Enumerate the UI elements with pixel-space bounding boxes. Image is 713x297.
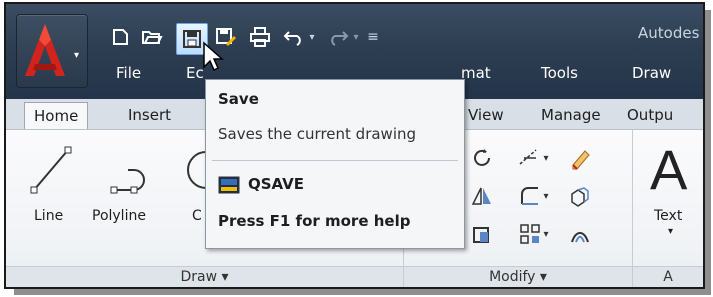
circle-label: C — [192, 208, 202, 224]
menu-tools[interactable]: Tools — [541, 64, 578, 82]
autocad-a-icon — [25, 24, 65, 76]
tooltip-command: QSAVE — [248, 175, 305, 193]
offset-icon[interactable] — [566, 220, 594, 248]
redo-icon[interactable] — [326, 26, 350, 48]
annotation-panel-title[interactable]: A — [633, 266, 703, 287]
tooltip-description: Saves the current drawing — [218, 125, 417, 143]
undo-dropdown-icon[interactable]: ▾ — [306, 26, 318, 48]
tooltip-title: Save — [218, 90, 259, 108]
text-tool[interactable]: A Text ▾ — [642, 140, 700, 250]
stretch-icon[interactable] — [468, 220, 496, 248]
draw-panel-title[interactable]: Draw ▾ — [6, 266, 403, 287]
open-icon[interactable] — [140, 26, 164, 48]
circle-tool[interactable]: C — [178, 140, 208, 240]
menu-draw[interactable]: Draw — [632, 64, 671, 82]
tab-manage[interactable]: Manage — [541, 102, 601, 128]
frame-shadow — [14, 289, 711, 295]
array-dropdown-icon[interactable]: ▾ — [540, 220, 552, 248]
undo-icon[interactable] — [282, 26, 306, 48]
trim-dropdown-icon[interactable]: ▾ — [540, 144, 552, 172]
new-icon[interactable] — [108, 26, 132, 48]
copy-icon[interactable] — [566, 182, 594, 210]
tooltip-help: Press F1 for more help — [218, 212, 411, 230]
qat-customize-icon[interactable]: ≡ — [366, 26, 380, 48]
text-label: Text — [654, 208, 683, 224]
line-label: Line — [34, 208, 64, 224]
tab-home[interactable]: Home — [24, 102, 89, 129]
polyline-tool[interactable]: Polyline — [90, 140, 170, 240]
plot-icon[interactable] — [248, 26, 272, 48]
frame-shadow — [705, 10, 711, 293]
tab-view[interactable]: View — [468, 102, 504, 128]
polyline-icon — [110, 169, 145, 194]
chevron-down-icon: ▾ — [668, 226, 674, 237]
app-title: Autodes — [638, 24, 700, 42]
tab-output[interactable]: Outpu — [627, 102, 673, 128]
mirror-icon[interactable] — [468, 182, 496, 210]
circle-icon — [187, 151, 208, 189]
fillet-dropdown-icon[interactable]: ▾ — [540, 182, 552, 210]
modify-panel-title[interactable]: Modify ▾ — [404, 266, 632, 287]
erase-icon[interactable] — [566, 144, 594, 172]
tab-insert[interactable]: Insert — [128, 102, 171, 128]
line-icon — [30, 146, 72, 194]
menu-format[interactable]: mat — [461, 64, 491, 82]
application-menu-button[interactable]: ▾ — [16, 14, 88, 88]
panel-separator — [632, 130, 633, 287]
app-window: ▾ ▾ ▾ ≡ Autodes File Ec mat Tools Draw H… — [4, 2, 705, 289]
rotate-icon[interactable] — [468, 144, 496, 172]
chevron-down-icon: ▾ — [74, 50, 80, 61]
line-tool[interactable]: Line — [24, 140, 78, 240]
menu-file[interactable]: File — [116, 64, 141, 82]
save-tooltip: Save Saves the current drawing QSAVE Pre… — [205, 79, 465, 249]
mouse-cursor-icon — [203, 41, 224, 72]
text-icon: A — [650, 138, 688, 201]
polyline-label: Polyline — [92, 208, 146, 224]
tooltip-divider — [212, 160, 458, 161]
command-line-icon — [218, 176, 240, 194]
redo-dropdown-icon[interactable]: ▾ — [350, 26, 362, 48]
